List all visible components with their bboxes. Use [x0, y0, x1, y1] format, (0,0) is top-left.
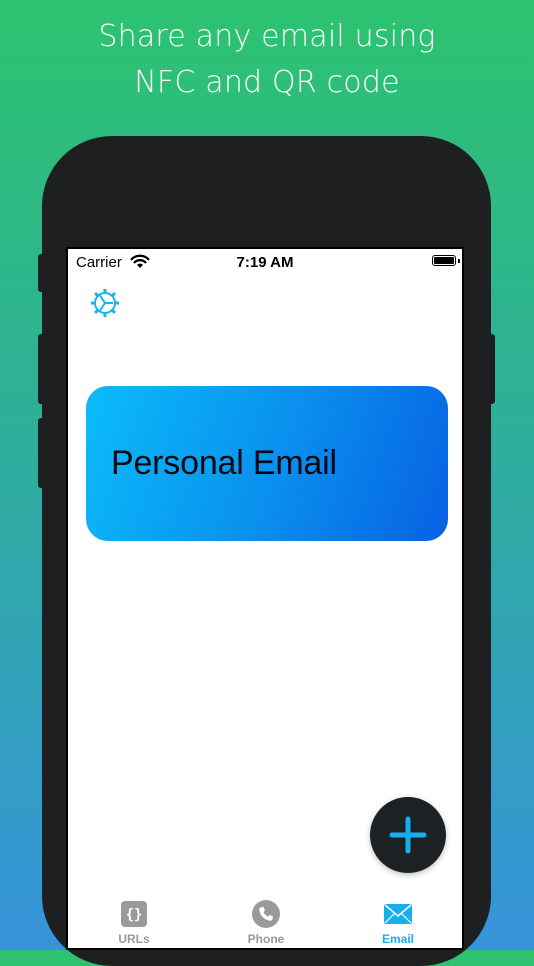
tab-phone-label: Phone: [247, 932, 285, 946]
tab-bar: {} URLs Phone Email: [68, 893, 462, 948]
battery-icon: [432, 255, 456, 266]
app-screen: Carrier 7:19 AM Personal Email {} URLs P…: [66, 247, 464, 950]
tab-email[interactable]: Email: [332, 893, 462, 948]
gear-icon: [91, 289, 119, 317]
battery-nub: [458, 259, 460, 263]
settings-button[interactable]: [88, 286, 122, 320]
headline-line-1: Share any email using: [98, 19, 436, 54]
svg-text:{}: {}: [126, 907, 143, 923]
tab-urls[interactable]: {} URLs: [68, 893, 200, 948]
tab-urls-label: URLs: [118, 932, 150, 946]
status-bar: Carrier 7:19 AM: [68, 249, 462, 275]
add-email-button[interactable]: [370, 797, 446, 873]
tab-email-label: Email: [381, 932, 414, 946]
envelope-icon: [383, 903, 413, 924]
tab-phone[interactable]: Phone: [200, 893, 332, 948]
status-time: 7:19 AM: [236, 254, 294, 271]
curly-braces-icon: {}: [121, 901, 147, 927]
promo-headline: Share any email using NFC and QR code: [0, 14, 534, 106]
phone-icon: [252, 900, 280, 928]
headline-line-2: NFC and QR code: [134, 65, 400, 100]
email-card-personal[interactable]: Personal Email: [86, 386, 448, 541]
card-title: Personal Email: [111, 444, 337, 482]
plus-icon: [389, 816, 427, 854]
